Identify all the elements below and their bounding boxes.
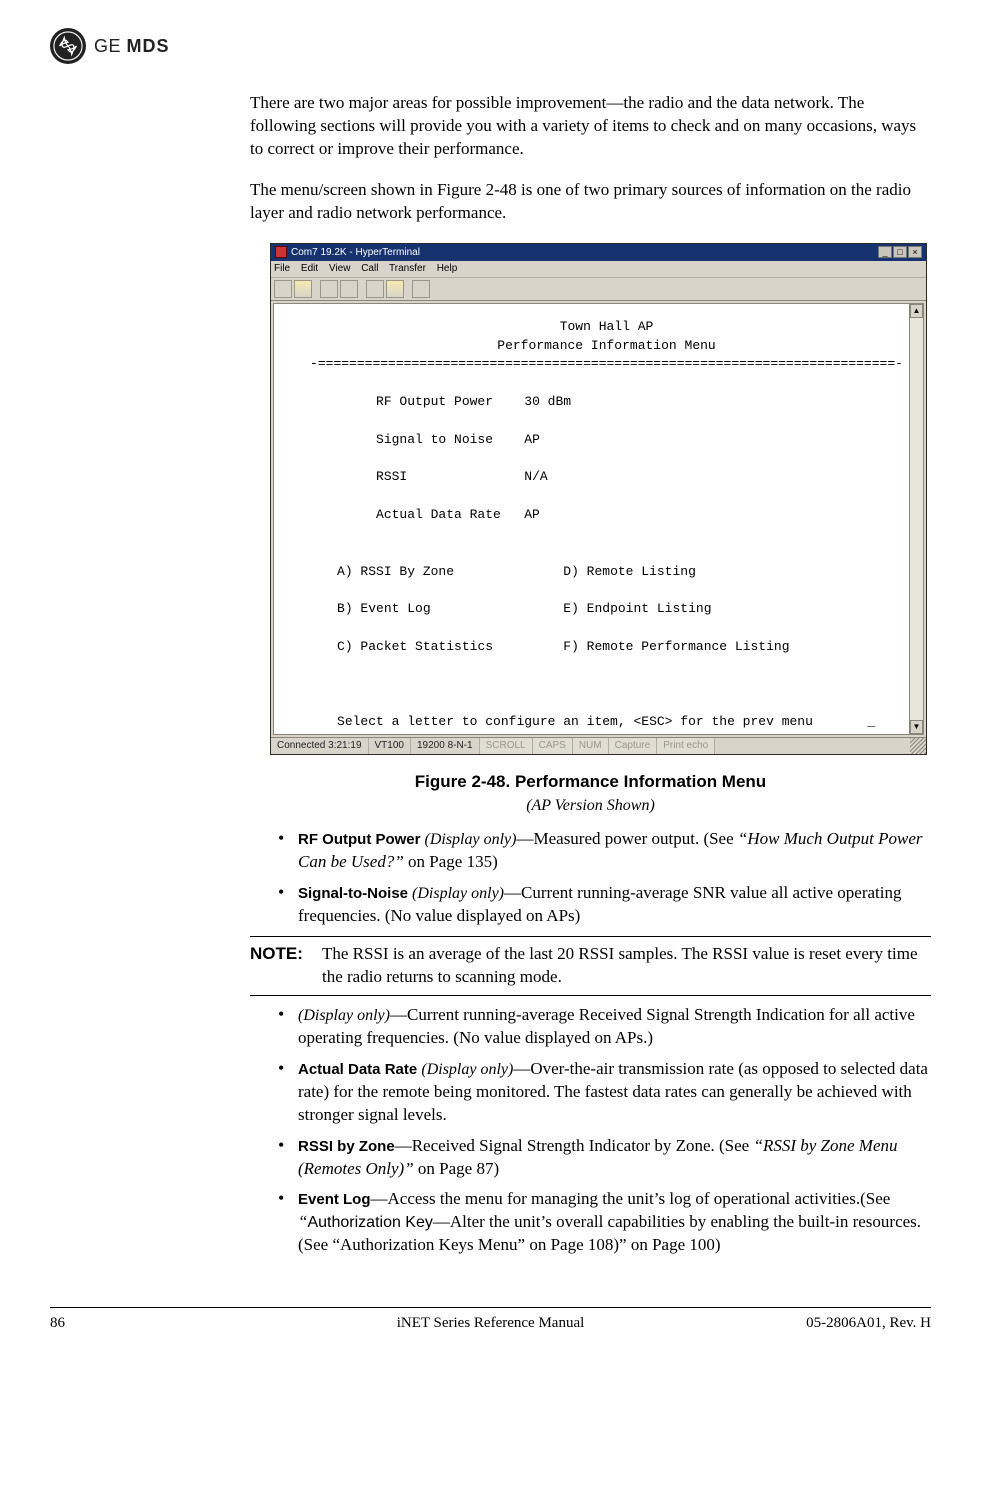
bullet-rssi-disp: (Display only)—Current running-average R…: [278, 1004, 931, 1050]
b2-label: Signal-to-Noise: [298, 885, 408, 902]
hyperterminal-window: Com7 19.2K - HyperTerminal _ □ × File Ed…: [270, 243, 927, 755]
maximize-button[interactable]: □: [893, 246, 907, 258]
scroll-track[interactable]: [910, 318, 923, 721]
b2-disp: (Display only): [408, 885, 504, 902]
note-text: The RSSI is an average of the last 20 RS…: [322, 943, 931, 989]
status-config: 19200 8-N-1: [411, 738, 480, 754]
toolbar-properties-icon[interactable]: [412, 280, 430, 298]
menu-call[interactable]: Call: [361, 263, 378, 274]
b1-tail: on Page 135): [404, 852, 498, 871]
footer-title: iNET Series Reference Manual: [344, 1313, 638, 1333]
menu-transfer[interactable]: Transfer: [389, 263, 426, 274]
status-caps: CAPS: [533, 738, 573, 754]
bullet-actual-data-rate: Actual Data Rate (Display only)—Over-the…: [278, 1058, 931, 1127]
window-title: Com7 19.2K - HyperTerminal: [291, 246, 420, 260]
opt-b: B) Event Log: [337, 601, 431, 616]
b6-text: —Access the menu for managing the unit’s…: [371, 1189, 891, 1208]
bullet-event-log: Event Log—Access the menu for managing t…: [278, 1188, 931, 1257]
page-header: GE MDS: [50, 28, 931, 64]
menubar: File Edit View Call Transfer Help: [271, 261, 926, 278]
opt-c: C) Packet Statistics: [337, 639, 493, 654]
row-rssi-label: RSSI: [376, 469, 407, 484]
menu-view[interactable]: View: [329, 263, 351, 274]
b1-label: RF Output Power: [298, 831, 421, 848]
term-cursor: _: [868, 714, 876, 729]
menu-file[interactable]: File: [274, 263, 290, 274]
toolbar-new-icon[interactable]: [274, 280, 292, 298]
status-connected: Connected 3:21:19: [271, 738, 369, 754]
toolbar-connect-icon[interactable]: [320, 280, 338, 298]
row-rf-val: 30 dBm: [524, 394, 571, 409]
intro-paragraph-1: There are two major areas for possible i…: [250, 92, 931, 161]
row-rssi-val: N/A: [524, 469, 547, 484]
status-printecho: Print echo: [657, 738, 715, 754]
b3-disp: (Display only): [298, 1007, 390, 1024]
terminal-body[interactable]: Town Hall APPerformance Information Menu…: [273, 303, 924, 736]
intro-paragraph-2: The menu/screen shown in Figure 2-48 is …: [250, 179, 931, 225]
toolbar-receive-icon[interactable]: [386, 280, 404, 298]
toolbar: [271, 278, 926, 301]
row-adr-label: Actual Data Rate: [376, 507, 501, 522]
opt-d: D) Remote Listing: [563, 564, 696, 579]
b1-disp: (Display only): [421, 831, 517, 848]
row-adr-val: AP: [524, 507, 540, 522]
bullet-snr: Signal-to-Noise (Display only)—Current r…: [278, 882, 931, 928]
status-num: NUM: [573, 738, 609, 754]
term-title: Town Hall AP: [298, 318, 915, 337]
status-emulation: VT100: [369, 738, 411, 754]
figure-title: Figure 2-48. Performance Information Men…: [415, 772, 766, 791]
b3-text: —Current running-average Received Signal…: [298, 1005, 915, 1047]
b5-text: —Received Signal Strength Indicator by Z…: [395, 1136, 754, 1155]
resize-grip-icon[interactable]: [910, 738, 926, 754]
note-block: NOTE: The RSSI is an average of the last…: [250, 936, 931, 996]
bullet-rf-output: RF Output Power (Display only)—Measured …: [278, 828, 931, 874]
bullet-list-lower: (Display only)—Current running-average R…: [278, 1004, 931, 1257]
b5-label: RSSI by Zone: [298, 1138, 395, 1155]
brand-text: GE MDS: [94, 34, 170, 58]
footer-rev: 05-2806A01, Rev. H: [637, 1313, 931, 1333]
b1-text: —Measured power output. (See: [516, 829, 737, 848]
term-divider: -=======================================…: [298, 355, 915, 374]
footer-pageno: 86: [50, 1313, 344, 1333]
term-prompt: Select a letter to configure an item, <E…: [337, 714, 813, 729]
menu-help[interactable]: Help: [437, 263, 458, 274]
b4-disp: (Display only): [421, 1061, 513, 1078]
opt-f: F) Remote Performance Listing: [563, 639, 789, 654]
note-label: NOTE:: [250, 943, 314, 989]
scroll-down-icon[interactable]: ▼: [910, 720, 923, 734]
term-subtitle: Performance Information Menu: [298, 337, 915, 356]
figure-subtitle: (AP Version Shown): [250, 795, 931, 817]
toolbar-open-icon[interactable]: [294, 280, 312, 298]
close-button[interactable]: ×: [908, 246, 922, 258]
app-icon: [275, 246, 287, 258]
brand-ge: GE: [94, 36, 121, 56]
toolbar-disconnect-icon[interactable]: [340, 280, 358, 298]
row-snr-label: Signal to Noise: [376, 432, 493, 447]
b4-label: Actual Data Rate: [298, 1061, 421, 1078]
minimize-button[interactable]: _: [878, 246, 892, 258]
ge-logo-icon: [50, 28, 86, 64]
scrollbar[interactable]: ▲ ▼: [909, 303, 924, 736]
window-titlebar: Com7 19.2K - HyperTerminal _ □ ×: [271, 244, 926, 262]
opt-e: E) Endpoint Listing: [563, 601, 711, 616]
b6-label: Event Log: [298, 1191, 371, 1208]
row-rf-label: RF Output Power: [376, 394, 493, 409]
statusbar: Connected 3:21:19 VT100 19200 8-N-1 SCRO…: [271, 737, 926, 754]
scroll-up-icon[interactable]: ▲: [910, 304, 923, 318]
brand-mds: MDS: [127, 36, 170, 56]
b6-authkey: Authorization Key: [307, 1214, 432, 1231]
page-footer: 86 iNET Series Reference Manual 05-2806A…: [50, 1307, 931, 1333]
toolbar-send-icon[interactable]: [366, 280, 384, 298]
row-snr-val: AP: [524, 432, 540, 447]
bullet-rssi-zone: RSSI by Zone—Received Signal Strength In…: [278, 1135, 931, 1181]
status-capture: Capture: [609, 738, 658, 754]
b5-tail: on Page 87): [414, 1159, 499, 1178]
bullet-list-upper: RF Output Power (Display only)—Measured …: [278, 828, 931, 928]
menu-edit[interactable]: Edit: [301, 263, 318, 274]
opt-a: A) RSSI By Zone: [337, 564, 454, 579]
status-scroll: SCROLL: [480, 738, 533, 754]
